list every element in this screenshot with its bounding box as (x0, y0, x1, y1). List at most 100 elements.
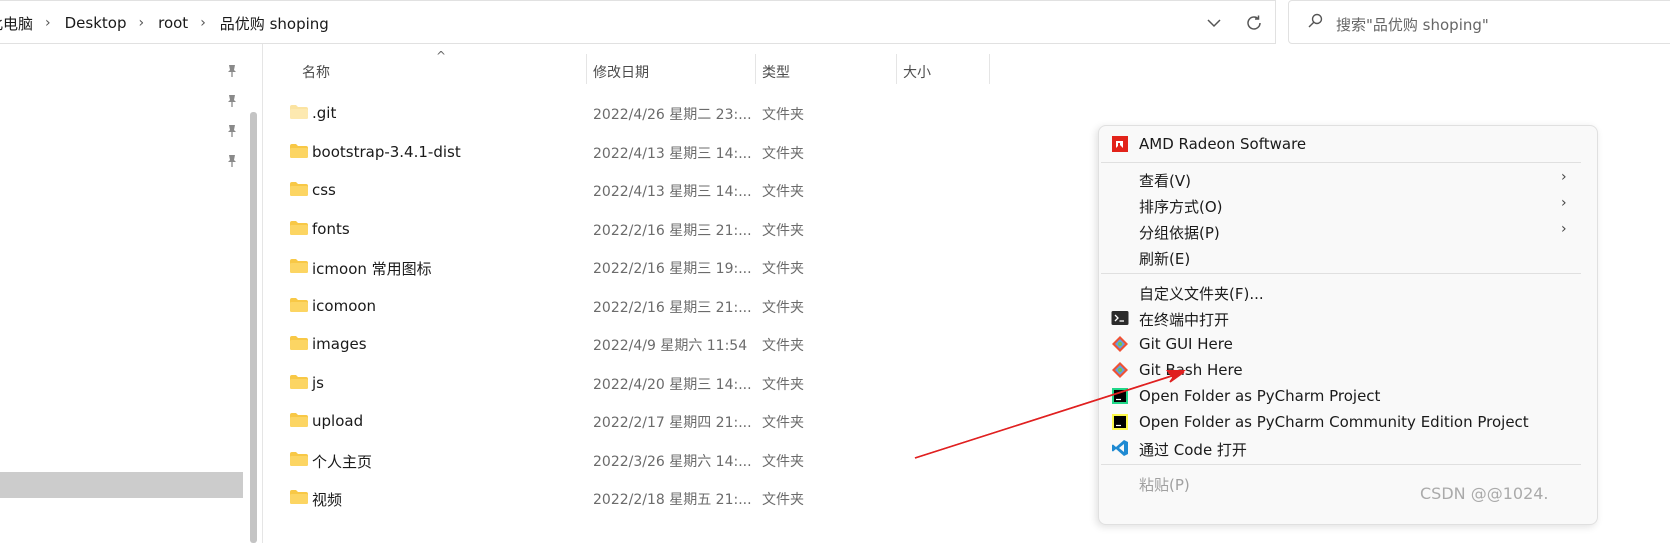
menu-item-open-vscode[interactable]: 通过 Code 打开 (1099, 435, 1579, 461)
file-type: 文件夹 (762, 145, 804, 162)
column-divider[interactable] (989, 54, 990, 84)
breadcrumb-this-pc[interactable]: 此电脑 (0, 13, 33, 34)
menu-item-git-gui[interactable]: Git GUI Here (1099, 331, 1579, 357)
file-date: 2022/4/20 星期三 14:... (593, 376, 752, 393)
menu-item-group[interactable]: 分组依据(P) › (1099, 218, 1579, 244)
table-row[interactable]: bootstrap-3.4.1-dist 2022/4/13 星期三 14:...… (264, 133, 1094, 171)
file-type: 文件夹 (762, 415, 804, 431)
navigation-pane (0, 44, 258, 543)
table-row[interactable]: js 2022/4/20 星期三 14:... 文件夹 (264, 364, 1094, 402)
amd-icon (1111, 135, 1129, 153)
file-type: 文件夹 (762, 453, 804, 470)
column-header-date[interactable]: 修改日期 (593, 62, 649, 82)
menu-item-git-bash[interactable]: Git Bash Here (1099, 357, 1579, 383)
file-name: 个人主页 (312, 452, 373, 471)
file-name: 视频 (312, 491, 343, 509)
file-type: 文件夹 (762, 222, 804, 239)
table-row[interactable]: 个人主页 2022/3/26 星期六 14:... 文件夹 (264, 441, 1094, 479)
file-name: fonts (312, 219, 350, 238)
table-row[interactable]: .git 2022/4/26 星期二 23:... 文件夹 (264, 94, 1094, 132)
menu-separator (1101, 162, 1581, 163)
breadcrumb-current-folder[interactable]: 品优购 shoping (220, 13, 329, 34)
folder-icon (290, 258, 308, 273)
folder-icon (290, 489, 308, 504)
menu-separator (1101, 464, 1581, 465)
git-icon (1111, 361, 1129, 379)
column-header-type[interactable]: 类型 (762, 62, 790, 82)
search-box[interactable]: 搜索"品优购 shoping" (1288, 0, 1670, 44)
menu-separator (1101, 273, 1581, 274)
table-row[interactable]: images 2022/4/9 星期六 11:54 文件夹 (264, 325, 1094, 363)
search-icon (1307, 13, 1323, 33)
pin-icon[interactable] (226, 94, 240, 108)
table-row[interactable]: icomoon 2022/2/16 星期三 21:... 文件夹 (264, 287, 1094, 325)
column-divider[interactable] (586, 54, 587, 84)
chevron-right-icon: › (1561, 195, 1567, 211)
file-date: 2022/4/13 星期三 14:... (593, 145, 752, 162)
menu-item-amd-radeon[interactable]: AMD Radeon Software (1099, 131, 1579, 157)
menu-item-sort[interactable]: 排序方式(O) › (1099, 192, 1579, 218)
folder-icon (290, 412, 308, 427)
folder-icon (290, 374, 308, 389)
folder-icon (290, 181, 308, 196)
pin-icon[interactable] (226, 64, 240, 78)
file-type: 文件夹 (762, 184, 804, 200)
chevron-down-icon[interactable] (1203, 12, 1225, 34)
address-bar[interactable]: 此电脑 › Desktop › root › 品优购 shoping (0, 0, 1276, 44)
menu-item-refresh[interactable]: 刷新(E) (1099, 244, 1579, 270)
file-type: 文件夹 (762, 338, 804, 354)
search-input[interactable]: 搜索"品优购 shoping" (1336, 14, 1489, 35)
breadcrumb-desktop[interactable]: Desktop (65, 14, 127, 32)
file-type: 文件夹 (762, 261, 804, 277)
file-type: 文件夹 (762, 299, 804, 316)
nav-selected-item[interactable] (0, 472, 243, 498)
table-row[interactable]: 视频 2022/2/18 星期五 21:... 文件夹 (264, 479, 1094, 517)
file-name: js (312, 373, 324, 392)
folder-icon (290, 297, 308, 312)
chevron-right-icon: › (1561, 221, 1567, 237)
file-date: 2022/2/16 星期三 21:... (593, 299, 752, 316)
pane-divider (262, 44, 263, 543)
column-header-name[interactable]: 名称 (302, 62, 330, 82)
file-name: css (312, 181, 336, 199)
refresh-icon[interactable] (1243, 12, 1265, 34)
folder-icon (290, 335, 308, 350)
file-name: upload (312, 412, 364, 430)
folder-icon (290, 104, 308, 119)
menu-item-customize-folder[interactable]: 自定义文件夹(F)... (1099, 279, 1579, 305)
folder-icon (290, 143, 308, 158)
file-date: 2022/2/16 星期三 21:... (593, 222, 752, 239)
vscode-icon (1111, 439, 1129, 457)
table-row[interactable]: css 2022/4/13 星期三 14:... 文件夹 (264, 171, 1094, 209)
breadcrumb-root[interactable]: root (158, 14, 188, 32)
column-divider[interactable] (896, 54, 897, 84)
pin-icon[interactable] (226, 154, 240, 168)
file-name: icmoon 常用图标 (312, 260, 432, 278)
table-row[interactable]: upload 2022/2/17 星期四 21:... 文件夹 (264, 402, 1094, 440)
column-divider[interactable] (755, 54, 756, 84)
pycharm-icon (1111, 387, 1129, 405)
menu-item-view[interactable]: 查看(V) › (1099, 166, 1579, 192)
file-type: 文件夹 (762, 376, 804, 393)
sort-ascending-icon: ^ (436, 49, 447, 63)
menu-item-open-pycharm-ce[interactable]: Open Folder as PyCharm Community Edition… (1099, 409, 1579, 435)
pin-icon[interactable] (226, 124, 240, 138)
file-name: .git (312, 104, 337, 122)
watermark: CSDN @@1024. (1420, 484, 1549, 503)
chevron-right-icon: › (138, 15, 145, 31)
folder-icon (290, 451, 308, 466)
file-date: 2022/2/17 星期四 21:... (593, 415, 752, 431)
menu-item-open-pycharm[interactable]: Open Folder as PyCharm Project (1099, 383, 1579, 409)
file-name: images (312, 335, 367, 353)
nav-scrollbar[interactable] (250, 112, 257, 543)
table-row[interactable]: icmoon 常用图标 2022/2/16 星期三 19:... 文件夹 (264, 248, 1094, 286)
menu-item-open-terminal[interactable]: 在终端中打开 (1099, 305, 1579, 331)
context-menu: AMD Radeon Software 查看(V) › 排序方式(O) › 分组… (1098, 125, 1598, 525)
chevron-right-icon: › (1561, 169, 1567, 185)
file-date: 2022/4/26 星期二 23:... (593, 107, 752, 123)
breadcrumb: 此电脑 › Desktop › root › 品优购 shoping (0, 1, 329, 45)
file-name: bootstrap-3.4.1-dist (312, 142, 461, 161)
file-date: 2022/2/18 星期五 21:... (593, 492, 752, 508)
table-row[interactable]: fonts 2022/2/16 星期三 21:... 文件夹 (264, 210, 1094, 248)
column-header-size[interactable]: 大小 (903, 62, 931, 82)
